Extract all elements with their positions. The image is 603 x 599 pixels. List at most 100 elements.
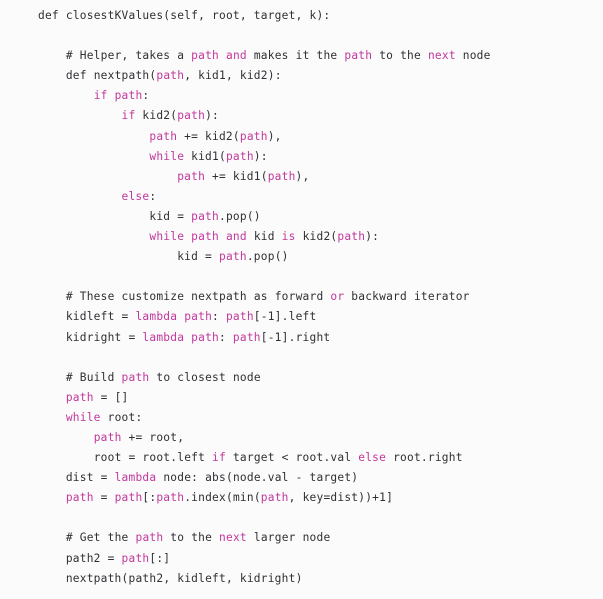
code-token: ( bbox=[253, 491, 261, 505]
keyword-token: lambda bbox=[135, 310, 178, 324]
code-token: [: bbox=[142, 491, 157, 505]
code-token: node bbox=[232, 370, 261, 384]
code-token: closest bbox=[177, 370, 226, 384]
code-token: . bbox=[246, 250, 254, 264]
code-token: to bbox=[156, 370, 171, 384]
code-token: : bbox=[149, 189, 157, 203]
keyword-token: path bbox=[191, 209, 219, 223]
code-token: def bbox=[38, 9, 59, 22]
code-token: ): bbox=[316, 9, 331, 22]
keyword-token: path bbox=[239, 129, 268, 143]
code-token: ), bbox=[267, 129, 282, 143]
code-token: : bbox=[212, 310, 226, 324]
code-token: self bbox=[170, 9, 199, 22]
code-token: the bbox=[400, 49, 421, 63]
code-token: the bbox=[191, 531, 213, 545]
code-token: += bbox=[205, 169, 233, 183]
code-token: ): bbox=[253, 149, 268, 163]
code-token: ): bbox=[365, 230, 380, 244]
code-token: , bbox=[184, 69, 199, 83]
code-token: ) bbox=[295, 571, 303, 585]
keyword-token: next bbox=[427, 49, 456, 63]
code-line: root = root.left if target < root.val el… bbox=[0, 448, 603, 468]
keyword-token: path bbox=[156, 491, 185, 505]
code-token: = bbox=[121, 330, 143, 344]
code-token: left bbox=[177, 451, 206, 465]
code-token: = bbox=[121, 451, 143, 465]
code-line: while path and kid is kid2(path): bbox=[0, 227, 603, 247]
code-token: target bbox=[309, 471, 352, 485]
code-line: dist = lambda node: abs(node.val - targe… bbox=[0, 468, 603, 488]
code-token: node bbox=[462, 49, 491, 63]
code-token: to bbox=[379, 49, 394, 63]
code-token: ))+1] bbox=[358, 491, 394, 505]
code-token: kid bbox=[253, 230, 275, 244]
code-token: ( bbox=[225, 491, 233, 505]
code-line: def nextpath(path, kid1, kid2): bbox=[0, 66, 603, 86]
code-token: () bbox=[274, 250, 289, 264]
code-token: , bbox=[295, 9, 310, 22]
code-token: kid2 bbox=[302, 230, 331, 244]
code-line: while root: bbox=[0, 408, 603, 428]
code-token: Helper bbox=[79, 49, 122, 63]
keyword-token: path bbox=[191, 230, 219, 244]
code-line: path += root, bbox=[0, 428, 603, 448]
code-token: root bbox=[93, 451, 122, 465]
keyword-token: path bbox=[177, 109, 206, 123]
code-token: root bbox=[393, 451, 421, 465]
code-token: : bbox=[219, 330, 233, 344]
code-token: , bbox=[288, 491, 303, 505]
code-token: the bbox=[107, 531, 129, 545]
code-token: customize bbox=[121, 290, 185, 304]
keyword-token: path bbox=[149, 129, 178, 143]
keyword-token: path bbox=[225, 149, 254, 163]
keyword-token: path bbox=[65, 390, 94, 404]
code-token: = bbox=[114, 310, 136, 324]
code-token: node bbox=[232, 471, 261, 485]
code-line: while kid1(path): bbox=[0, 147, 603, 167]
code-line: kid = path.pop() bbox=[0, 207, 603, 227]
keyword-token: path bbox=[135, 531, 164, 545]
code-line: # These customize nextpath as forward or… bbox=[0, 287, 603, 307]
code-token: def bbox=[65, 69, 87, 83]
keyword-token: while bbox=[149, 230, 185, 244]
keyword-token: path bbox=[260, 491, 289, 505]
keyword-token: path bbox=[191, 49, 220, 63]
code-line: path = path[:path.index(min(path, key=di… bbox=[0, 488, 603, 508]
code-token: iterator bbox=[413, 290, 470, 304]
keyword-token: or bbox=[330, 290, 345, 304]
code-token: () bbox=[246, 209, 261, 223]
code-token: kid2 bbox=[239, 69, 268, 83]
code-token: : bbox=[135, 410, 143, 424]
code-token: ) bbox=[351, 471, 359, 485]
code-token: # bbox=[38, 49, 80, 63]
code-line: nextpath(path2, kidleft, kidright) bbox=[0, 569, 603, 589]
keyword-token: path bbox=[114, 89, 143, 103]
code-token: ( bbox=[218, 149, 226, 163]
code-token: larger bbox=[253, 531, 296, 545]
keyword-token: path bbox=[337, 230, 366, 244]
code-line: # Build path to closest node bbox=[0, 368, 603, 388]
